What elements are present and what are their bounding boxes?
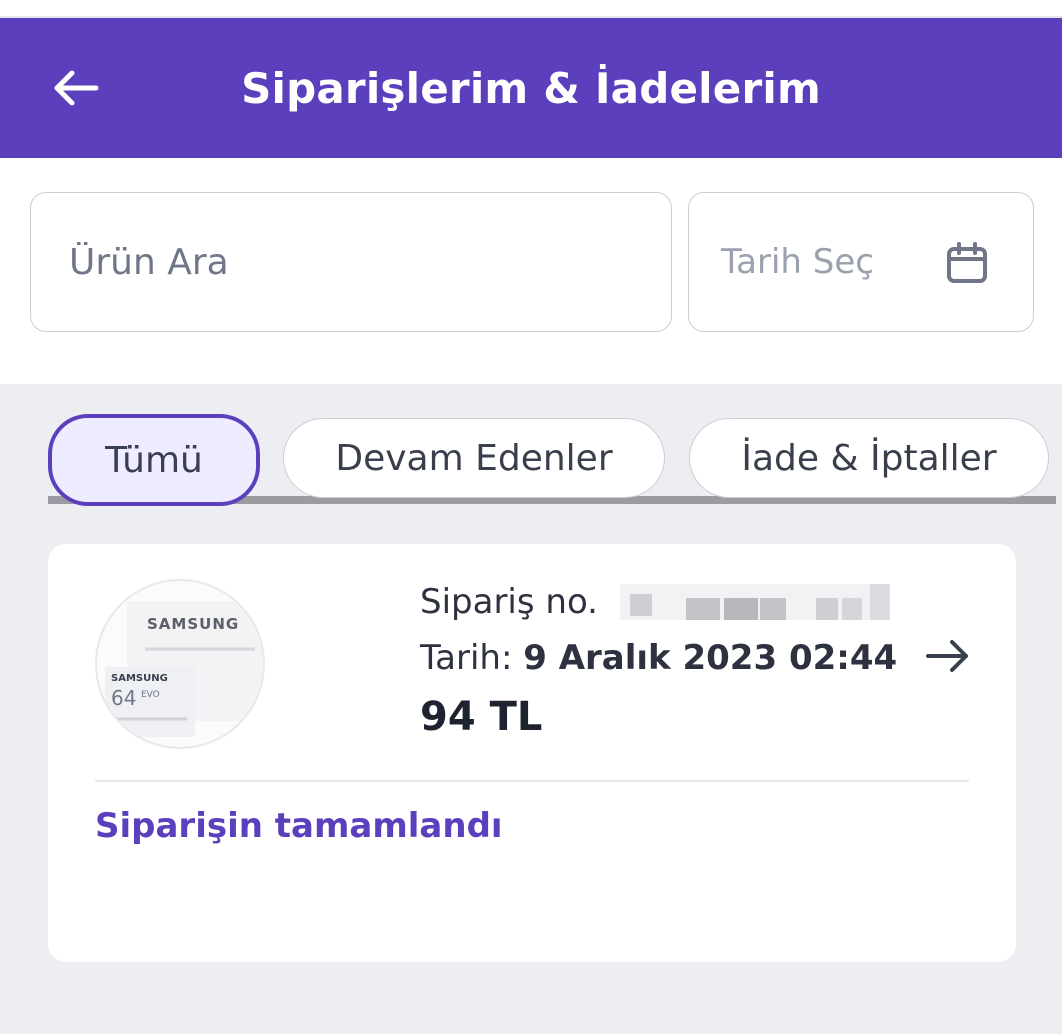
order-number-label: Sipariş no. (420, 582, 598, 622)
order-price: 94 TL (420, 694, 543, 740)
search-input[interactable] (67, 240, 671, 284)
order-info: Sipariş no. Tarih: 9 Aralık 2023 02:44 9… (420, 574, 920, 748)
calendar-icon (947, 242, 987, 283)
redacted-order-number (620, 584, 890, 620)
tab-in-progress[interactable]: Devam Edenler (283, 418, 665, 498)
order-status: Siparişin tamamlandı (95, 806, 503, 846)
back-button[interactable] (40, 56, 112, 120)
date-select[interactable]: Tarih Seç (688, 192, 1034, 332)
page-title: Siparişlerim & İadelerim (241, 63, 821, 113)
arrow-right-icon[interactable] (924, 636, 972, 676)
filter-bar: Tarih Seç (0, 158, 1062, 384)
svg-text:64: 64 (111, 686, 136, 710)
tab-returns-cancellations[interactable]: İade & İptaller (689, 418, 1049, 498)
svg-text:EVO: EVO (141, 690, 160, 700)
card-divider (95, 780, 969, 782)
svg-text:SAMSUNG: SAMSUNG (147, 615, 239, 633)
app-header: Siparişlerim & İadelerim (0, 18, 1062, 158)
svg-text:SAMSUNG: SAMSUNG (111, 673, 168, 684)
arrow-left-icon (54, 70, 99, 106)
order-date-label: Tarih: (420, 638, 513, 678)
tab-all[interactable]: Tümü (48, 414, 260, 506)
order-date-row: Tarih: 9 Aralık 2023 02:44 (420, 630, 920, 686)
order-date-value: 9 Aralık 2023 02:44 (523, 638, 898, 678)
order-tabs: Tümü Devam Edenler İade & İptaller (48, 414, 1062, 508)
order-card[interactable]: SAMSUNG SAMSUNG 64 EVO Sipariş no. Tarih… (48, 544, 1016, 962)
status-strip (0, 0, 1062, 18)
search-field[interactable] (30, 192, 672, 332)
product-image: SAMSUNG SAMSUNG 64 EVO (95, 579, 265, 749)
date-select-label: Tarih Seç (721, 242, 874, 282)
orders-content: Tümü Devam Edenler İade & İptaller SAMSU… (0, 384, 1062, 1034)
